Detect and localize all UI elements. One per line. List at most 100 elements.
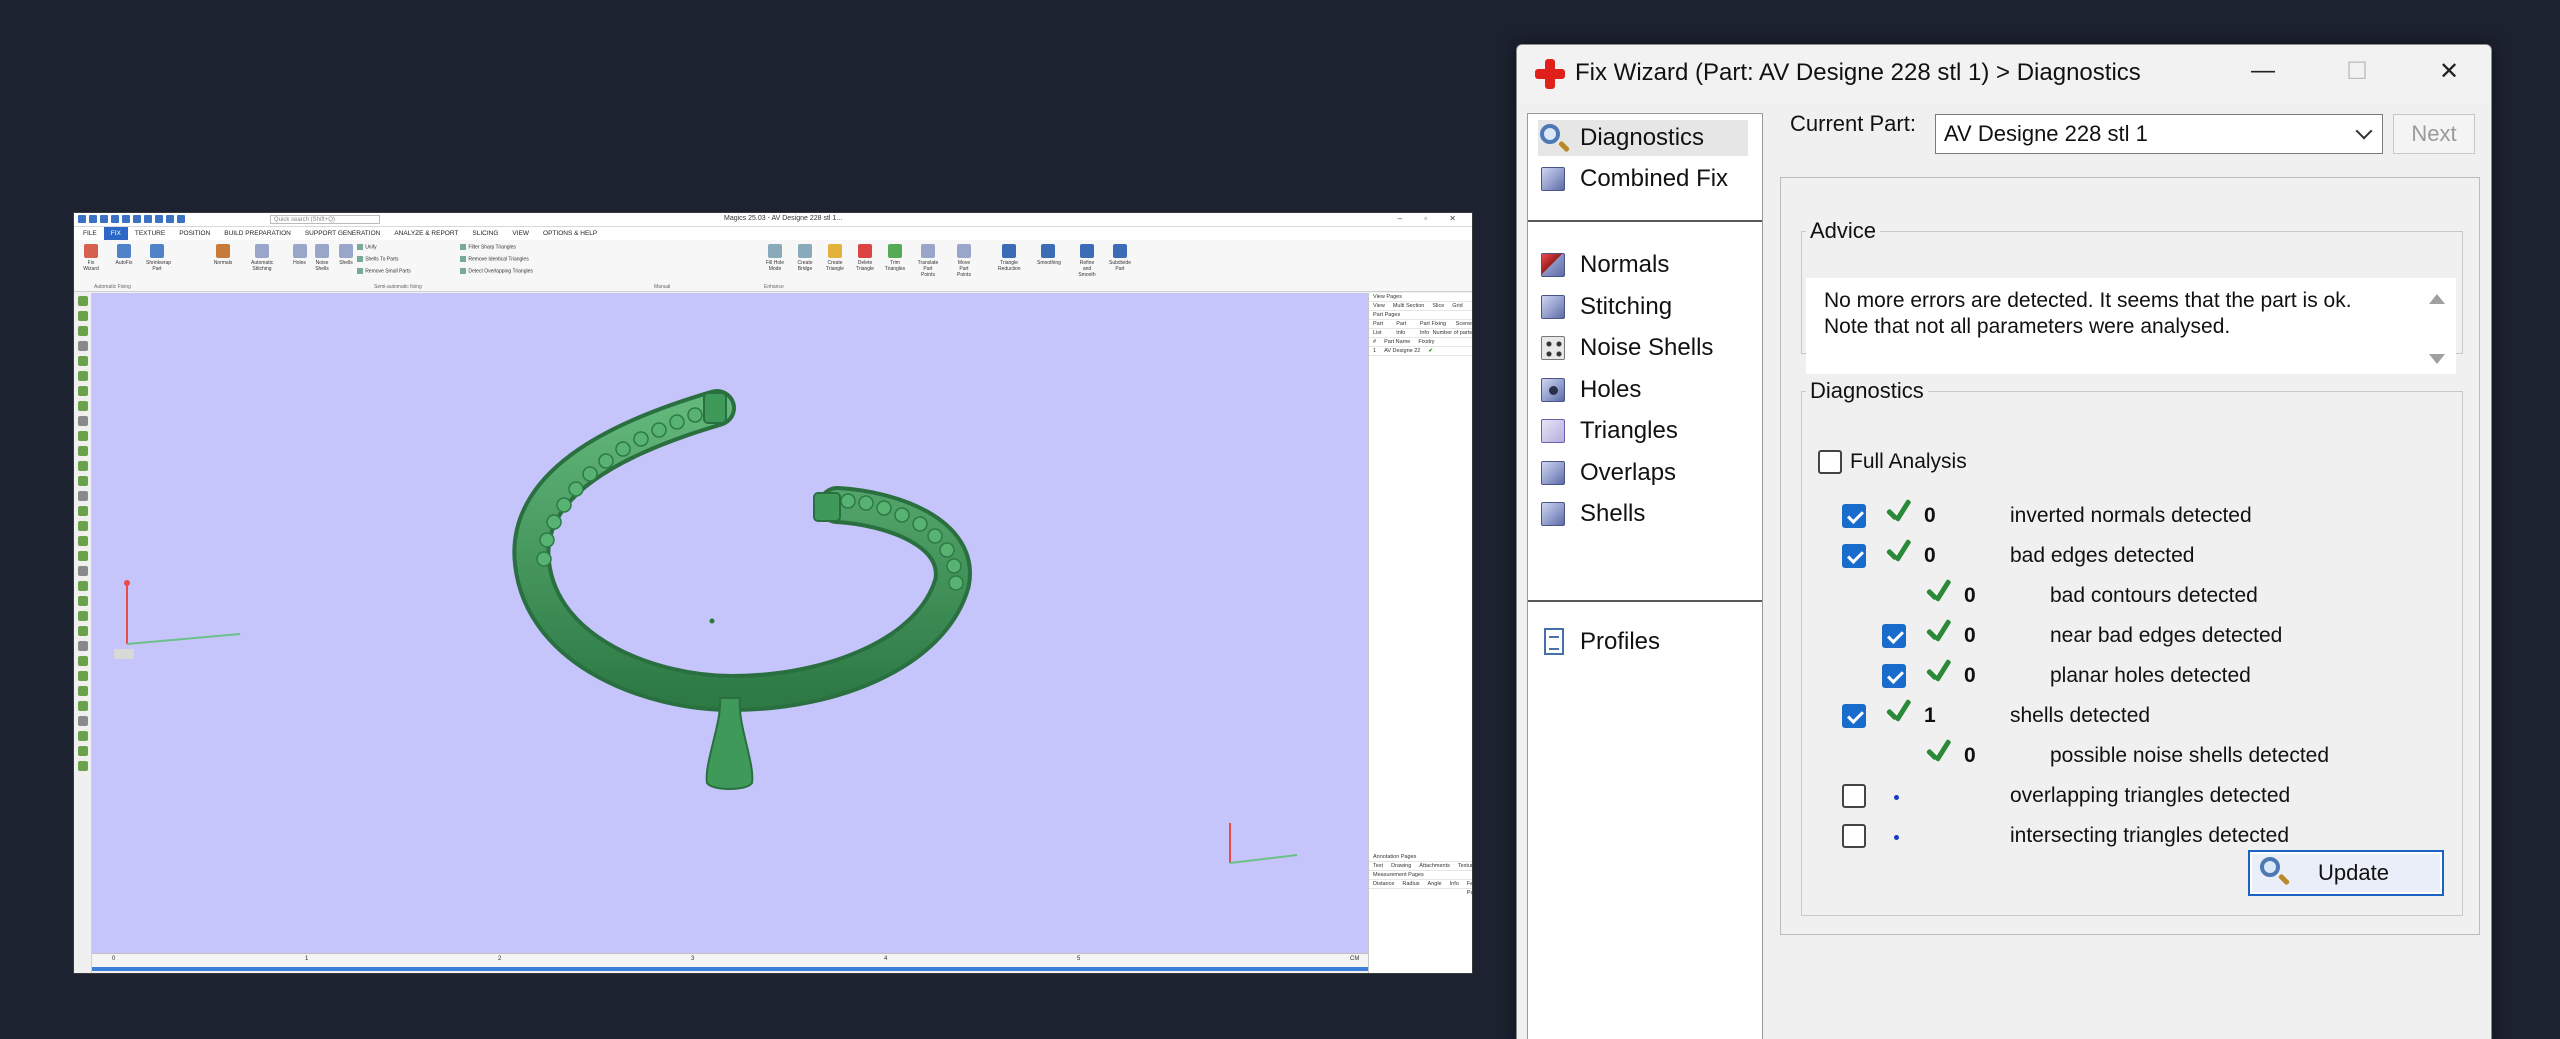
left-tool-icon[interactable] [77, 476, 88, 486]
ribbon-button-normals[interactable]: Normals [212, 244, 234, 266]
menu-build-preparation[interactable]: BUILD PREPARATION [217, 227, 298, 240]
nav-combined-fix[interactable]: Combined Fix [1538, 161, 1748, 197]
update-button[interactable]: Update [2248, 850, 2444, 896]
ribbon-item-filter-sharp-triangles[interactable]: Filter Sharp Triangles [460, 244, 516, 250]
left-tool-icon[interactable] [77, 701, 88, 711]
ribbon-button-fix-wizard[interactable]: Fix Wizard [80, 244, 102, 272]
ribbon-button-noise-shells[interactable]: Noise Shells [311, 244, 333, 272]
diagnostic-checkbox[interactable] [1842, 504, 1866, 528]
nav-triangles[interactable]: Triangles [1538, 413, 1748, 449]
nav-stitching[interactable]: Stitching [1538, 289, 1748, 325]
diagnostic-checkbox[interactable] [1842, 704, 1866, 728]
left-tool-icon[interactable] [77, 506, 88, 516]
left-tool-icon[interactable] [77, 431, 88, 441]
tab-part-fixing-info[interactable]: Part Fixing Info [1420, 320, 1448, 336]
diagnostic-checkbox[interactable] [1842, 824, 1866, 848]
menu-file[interactable]: FILE [76, 227, 104, 240]
minimize-button[interactable]: — [2243, 57, 2283, 85]
nav-shells[interactable]: Shells [1538, 496, 1748, 532]
nav-holes[interactable]: Holes [1538, 372, 1748, 408]
left-tool-icon[interactable] [77, 596, 88, 606]
tab-attachments[interactable]: Attachments [1419, 862, 1450, 870]
quick-access-toolbar[interactable] [78, 215, 185, 223]
menu-fix[interactable]: FIX [103, 227, 128, 240]
advice-textbox[interactable]: No more errors are detected. It seems th… [1806, 278, 2456, 374]
diagnostic-checkbox[interactable] [1882, 664, 1906, 688]
advice-scrollbar[interactable] [2426, 288, 2446, 368]
left-tool-icon[interactable] [77, 296, 88, 306]
tab-textures[interactable]: Textures [1458, 862, 1472, 870]
ribbon-button-translate-part-points[interactable]: Translate Part Points [917, 244, 939, 278]
menu-position[interactable]: POSITION [172, 227, 217, 240]
next-button[interactable]: Next [2393, 114, 2475, 154]
close-button[interactable]: ✕ [2429, 57, 2469, 86]
ribbon-button-create-triangle[interactable]: Create Triangle [824, 244, 846, 272]
left-tool-icon[interactable] [77, 551, 88, 561]
menu-analyze-report[interactable]: ANALYZE & REPORT [387, 227, 465, 240]
left-tool-icon[interactable] [77, 641, 88, 651]
measurement-pages-header[interactable]: Measurement Pages [1369, 871, 1472, 880]
left-tool-icon[interactable] [77, 716, 88, 726]
scroll-down-icon[interactable] [2429, 354, 2445, 364]
magics-window-controls[interactable]: – ▫ ✕ [1398, 214, 1466, 223]
ring-model[interactable] [92, 293, 1368, 953]
tab-multi-section[interactable]: Multi Section [1393, 302, 1425, 310]
left-tool-icon[interactable] [77, 566, 88, 576]
left-tool-icon[interactable] [77, 536, 88, 546]
part-pages-header[interactable]: Part Pages [1369, 311, 1472, 320]
tab-radius[interactable]: Radius [1402, 880, 1419, 888]
diagnostic-checkbox[interactable] [1842, 544, 1866, 568]
nav-noise-shells[interactable]: Noise Shells [1538, 330, 1748, 366]
left-tool-icon[interactable] [77, 386, 88, 396]
ribbon-button-triangle-reduction[interactable]: Triangle Reduction [998, 244, 1021, 272]
nav-profiles[interactable]: Profiles [1538, 624, 1748, 660]
left-tool-icon[interactable] [77, 446, 88, 456]
left-tool-icon[interactable] [77, 761, 88, 771]
nav-normals[interactable]: Normals [1538, 247, 1748, 283]
diagnostic-checkbox[interactable] [1842, 784, 1866, 808]
left-tool-icon[interactable] [77, 401, 88, 411]
tab-scenes[interactable]: Scenes [1456, 320, 1472, 328]
left-tool-icon[interactable] [77, 356, 88, 366]
ribbon-button-shells[interactable]: Shells [335, 244, 357, 266]
left-tool-icon[interactable] [77, 521, 88, 531]
menu-slicing[interactable]: SLICING [465, 227, 505, 240]
ribbon-button-trim-triangles[interactable]: Trim Triangles [884, 244, 906, 272]
part-list-row[interactable]: 1 AV Designe 22 ✔ [1369, 347, 1472, 356]
ribbon-button-smoothing[interactable]: Smoothing [1037, 244, 1061, 266]
tab-grid[interactable]: Grid [1452, 302, 1462, 310]
ribbon-button-fill-hole-mode[interactable]: Fill Hole Mode [764, 244, 786, 272]
left-tool-icon[interactable] [77, 686, 88, 696]
nav-diagnostics[interactable]: Diagnostics [1538, 120, 1748, 156]
tab-slice[interactable]: Slice [1432, 302, 1444, 310]
left-tool-icon[interactable] [77, 491, 88, 501]
left-tool-icon[interactable] [77, 746, 88, 756]
tab-feat-part[interactable]: Feat Part [1467, 880, 1472, 896]
column-fixstry[interactable]: Fixstry [1418, 338, 1434, 346]
ribbon-button-shrinkwrap-part[interactable]: Shrinkwrap Part [146, 244, 171, 272]
ribbon-item-remove-small-parts[interactable]: Remove Small Parts [357, 268, 411, 274]
tab-distance[interactable]: Distance [1373, 880, 1394, 888]
quick-search-input[interactable]: Quick search (Shift+Q) [270, 215, 380, 224]
menu-support-generation[interactable]: SUPPORT GENERATION [298, 227, 388, 240]
left-tool-icon[interactable] [77, 371, 88, 381]
tab-angle[interactable]: Angle [1428, 880, 1442, 888]
left-tool-icon[interactable] [77, 416, 88, 426]
ribbon-button-refine-and-smooth[interactable]: Refine and Smooth [1076, 244, 1098, 278]
left-tool-icon[interactable] [77, 731, 88, 741]
ribbon-button-subdivide-part[interactable]: Subdivide Part [1109, 244, 1131, 272]
full-analysis-box[interactable] [1818, 450, 1842, 474]
tab-info[interactable]: Info [1450, 880, 1459, 888]
ribbon-button-move-part-points[interactable]: Move Part Points [953, 244, 975, 278]
view-pages-header[interactable]: View Pages [1369, 293, 1472, 302]
menu-texture[interactable]: TEXTURE [128, 227, 172, 240]
column-part-name[interactable]: Part Name [1384, 338, 1410, 346]
tab-part-list[interactable]: Part List [1373, 320, 1388, 336]
left-tool-icon[interactable] [77, 671, 88, 681]
tab-part-info[interactable]: Part Info [1396, 320, 1412, 336]
left-tool-icon[interactable] [77, 461, 88, 471]
left-tool-icon[interactable] [77, 626, 88, 636]
menu-options-help[interactable]: OPTIONS & HELP [536, 227, 604, 240]
3d-viewport[interactable] [92, 293, 1368, 953]
ribbon-item-shells-to-parts[interactable]: Shells To Parts [357, 256, 398, 262]
